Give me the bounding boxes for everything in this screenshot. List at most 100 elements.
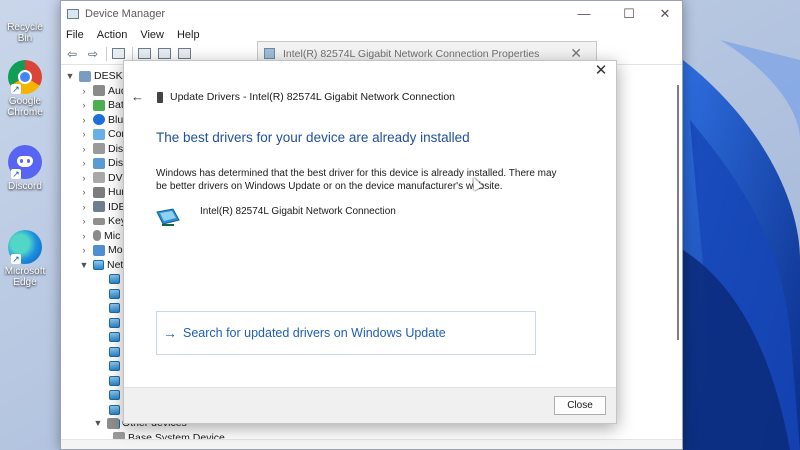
network-adapter-item[interactable] bbox=[109, 287, 123, 302]
chevron-down-icon[interactable]: ▼ bbox=[79, 260, 89, 270]
tree-category-audio[interactable]: › Aud bbox=[79, 84, 127, 99]
chevron-right-icon[interactable]: › bbox=[79, 115, 89, 125]
chevron-right-icon[interactable]: › bbox=[79, 86, 89, 96]
network-adapter-item[interactable] bbox=[109, 403, 123, 418]
network-adapter-item[interactable] bbox=[109, 272, 123, 287]
toolbar-divider bbox=[132, 46, 133, 61]
chevron-right-icon[interactable]: › bbox=[79, 144, 89, 154]
dialog-header-title: Update Drivers - Intel(R) 82574L Gigabit… bbox=[170, 91, 455, 103]
minimize-button[interactable]: — bbox=[566, 1, 602, 26]
network-adapter-icon bbox=[93, 259, 104, 270]
tree-category-monitors[interactable]: › Mo bbox=[79, 243, 123, 258]
chevron-right-icon[interactable]: › bbox=[79, 202, 89, 212]
network-adapter-item[interactable] bbox=[109, 330, 123, 345]
recycle-bin-icon bbox=[8, 0, 42, 20]
arrow-right-icon: → bbox=[163, 325, 177, 341]
menu-help[interactable]: Help bbox=[177, 29, 200, 41]
keyboard-icon bbox=[93, 217, 105, 225]
network-adapter-item[interactable] bbox=[109, 316, 123, 331]
close-icon[interactable]: ✕ bbox=[593, 63, 609, 79]
chevron-right-icon[interactable]: › bbox=[79, 158, 89, 168]
network-adapter-icon bbox=[109, 332, 120, 343]
scan-hardware-icon[interactable] bbox=[158, 48, 171, 59]
mouse-icon bbox=[93, 230, 101, 242]
window-title: Device Manager bbox=[85, 7, 166, 20]
properties-icon[interactable] bbox=[138, 48, 151, 59]
computer-icon bbox=[93, 128, 105, 140]
tree-category-keyboards[interactable]: › Key bbox=[79, 214, 127, 229]
show-hide-console-tree-icon[interactable] bbox=[112, 48, 125, 59]
search-windows-update-link[interactable]: → Search for updated drivers on Windows … bbox=[156, 311, 536, 355]
tree-category-label: Mic bbox=[104, 229, 121, 242]
properties-title: Intel(R) 82574L Gigabit Network Connecti… bbox=[283, 47, 540, 60]
desktop-icon-discord[interactable]: ↗ Discord bbox=[2, 145, 48, 192]
tree-category-disk-drives[interactable]: › Disk bbox=[79, 142, 129, 157]
device-manager-icon bbox=[67, 8, 79, 19]
dvd-drive-icon bbox=[93, 172, 105, 184]
tree-category-network-adapters[interactable]: ▼ Net bbox=[79, 258, 124, 273]
hardware-icon bbox=[157, 91, 163, 103]
unknown-device-icon bbox=[107, 417, 119, 429]
bluetooth-icon bbox=[93, 114, 105, 126]
device-name: Intel(R) 82574L Gigabit Network Connecti… bbox=[200, 206, 396, 217]
chevron-down-icon[interactable]: ▼ bbox=[93, 418, 103, 428]
tree-category-ide[interactable]: › IDE bbox=[79, 200, 126, 215]
tree-category-mice[interactable]: › Mic bbox=[79, 229, 121, 244]
chevron-right-icon[interactable]: › bbox=[79, 129, 89, 139]
hid-icon bbox=[93, 186, 105, 198]
network-adapter-icon bbox=[156, 208, 180, 226]
toolbar-divider bbox=[106, 46, 107, 61]
tree-category-label: Net bbox=[107, 258, 124, 271]
chevron-down-icon[interactable]: ▼ bbox=[65, 71, 75, 81]
back-arrow-icon[interactable]: ← bbox=[131, 89, 144, 104]
audio-icon bbox=[93, 85, 105, 97]
network-adapter-item[interactable] bbox=[109, 359, 123, 374]
network-adapter-item[interactable] bbox=[109, 374, 123, 389]
network-adapter-icon bbox=[109, 274, 120, 285]
dialog-footer: Close bbox=[124, 387, 616, 423]
close-window-button[interactable]: ✕ bbox=[647, 1, 683, 26]
back-arrow-icon[interactable]: ⇦ bbox=[64, 47, 80, 61]
menu-view[interactable]: View bbox=[140, 29, 164, 41]
close-button[interactable]: Close bbox=[554, 396, 606, 415]
chevron-right-icon[interactable]: › bbox=[79, 187, 89, 197]
network-adapter-item[interactable] bbox=[109, 345, 123, 360]
monitor-icon bbox=[93, 244, 105, 256]
chevron-right-icon[interactable]: › bbox=[79, 100, 89, 110]
desktop-icon-edge[interactable]: ↗ Microsoft Edge bbox=[2, 230, 48, 288]
network-adapter-icon bbox=[109, 361, 120, 372]
ide-controller-icon bbox=[93, 201, 105, 213]
network-adapter-icon bbox=[109, 317, 120, 328]
desktop-icon-chrome[interactable]: ↗ Google Chrome bbox=[2, 60, 48, 118]
tree-category-bluetooth[interactable]: › Blue bbox=[79, 113, 130, 128]
forward-arrow-icon[interactable]: ⇨ bbox=[85, 47, 101, 61]
update-driver-icon[interactable] bbox=[178, 48, 191, 59]
network-adapter-item[interactable] bbox=[109, 388, 123, 403]
maximize-button[interactable]: ☐ bbox=[611, 1, 647, 26]
desktop-icon-recycle-bin[interactable]: Recycle Bin bbox=[2, 0, 48, 44]
chevron-right-icon[interactable]: › bbox=[79, 216, 89, 226]
display-adapter-icon bbox=[93, 157, 105, 169]
chevron-right-icon[interactable]: › bbox=[79, 173, 89, 183]
tree-category-batteries[interactable]: › Batt bbox=[79, 98, 127, 113]
chevron-right-icon[interactable]: › bbox=[79, 245, 89, 255]
dialog-heading: The best drivers for your device are alr… bbox=[156, 130, 470, 145]
network-adapter-icon bbox=[109, 303, 120, 314]
dialog-header: Update Drivers - Intel(R) 82574L Gigabit… bbox=[157, 91, 455, 103]
dialog-body-text: Windows has determined that the best dri… bbox=[156, 168, 557, 192]
search-windows-update-label: Search for updated drivers on Windows Up… bbox=[183, 326, 446, 340]
battery-icon bbox=[93, 99, 105, 111]
network-adapter-item[interactable] bbox=[109, 301, 123, 316]
disk-drive-icon bbox=[93, 143, 105, 155]
status-bar bbox=[61, 439, 682, 449]
desktop-icon-label: Recycle Bin bbox=[7, 22, 43, 44]
chevron-right-icon[interactable]: › bbox=[79, 231, 89, 241]
menu-action[interactable]: Action bbox=[97, 29, 128, 41]
desktop-icon-label: Microsoft Edge bbox=[4, 266, 46, 288]
tree-category-display-adapters[interactable]: › Disp bbox=[79, 156, 130, 171]
menu-file[interactable]: File bbox=[66, 29, 84, 41]
network-adapter-icon bbox=[109, 404, 120, 415]
network-adapter-icon bbox=[264, 48, 275, 59]
scrollbar[interactable] bbox=[677, 85, 679, 340]
desktop-icon-label: Discord bbox=[8, 181, 42, 192]
